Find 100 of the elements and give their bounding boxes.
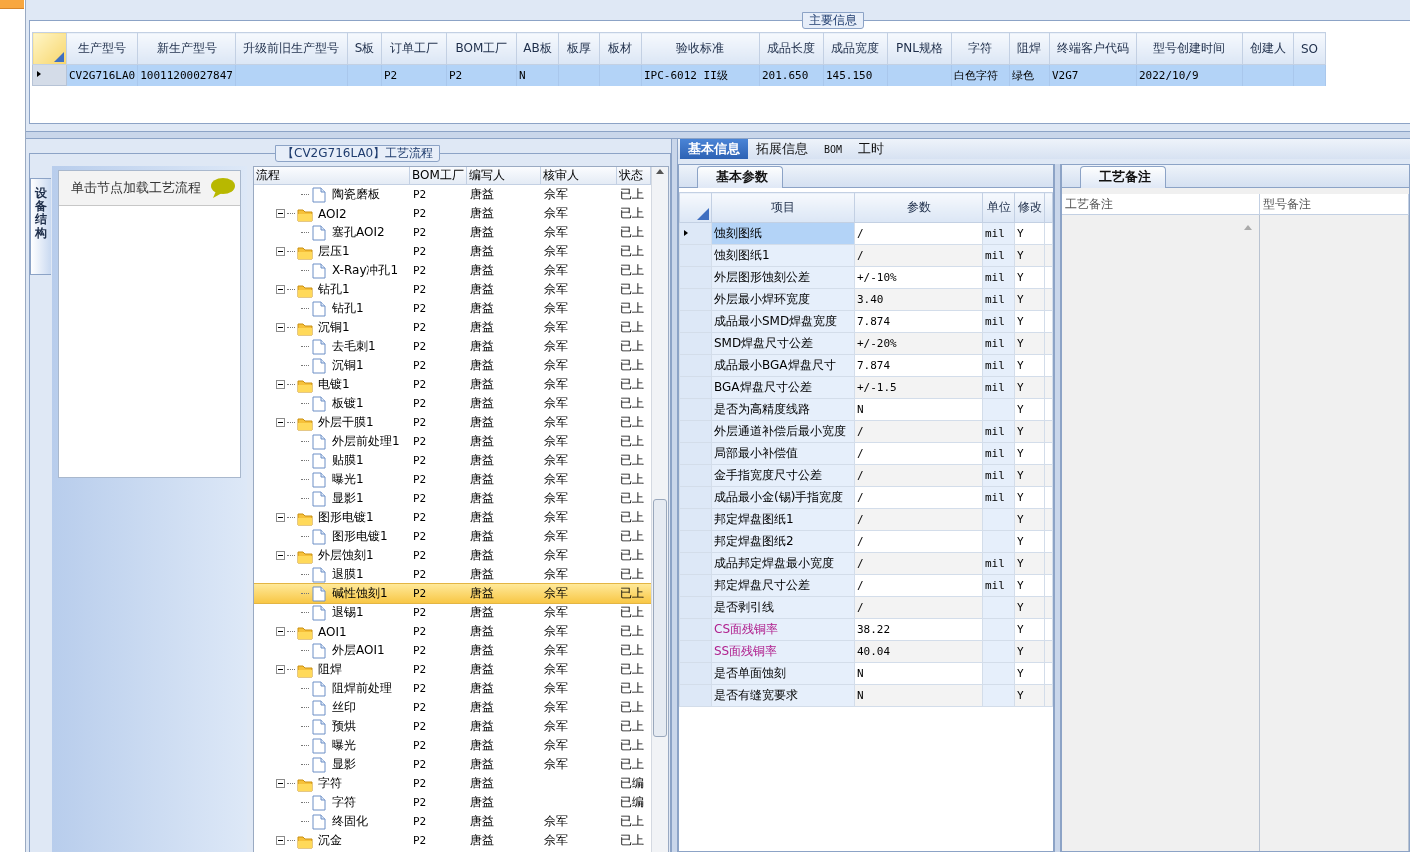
collapse-icon[interactable] xyxy=(276,627,285,636)
collapse-icon[interactable] xyxy=(276,285,285,294)
column-header[interactable]: PNL规格 xyxy=(887,32,952,65)
collapse-icon[interactable] xyxy=(276,551,285,560)
tree-row[interactable]: 显影1 P2 唐益 佘军 已上 xyxy=(254,489,651,508)
column-header[interactable]: 升级前旧生产型号 xyxy=(235,32,348,65)
collapse-icon[interactable] xyxy=(276,779,285,788)
tree-row[interactable]: 丝印 P2 唐益 佘军 已上 xyxy=(254,698,651,717)
tree-row[interactable]: 碱性蚀刻1 P2 唐益 佘军 已上 xyxy=(254,584,651,603)
column-header[interactable]: S板 xyxy=(347,32,382,65)
tab[interactable]: 工艺备注 xyxy=(1080,166,1166,188)
tree-row[interactable]: 钻孔1 P2 唐益 佘军 已上 xyxy=(254,280,651,299)
tree-row[interactable]: 板镀1 P2 唐益 佘军 已上 xyxy=(254,394,651,413)
table-cell: Y xyxy=(1014,662,1045,685)
tree-row[interactable]: 预烘 P2 唐益 佘军 已上 xyxy=(254,717,651,736)
tree-row[interactable]: 字符 P2 唐益 已编 xyxy=(254,774,651,793)
tree-row[interactable]: 图形电镀1 P2 唐益 佘军 已上 xyxy=(254,508,651,527)
column-header[interactable]: 单位 xyxy=(982,192,1015,223)
tree-row[interactable]: 退膜1 P2 唐益 佘军 已上 xyxy=(254,565,651,584)
collapse-icon[interactable] xyxy=(276,513,285,522)
column-header[interactable]: 生产型号 xyxy=(66,32,138,65)
column-header[interactable]: 订单工厂 xyxy=(381,32,447,65)
tab[interactable]: 工时 xyxy=(850,139,893,159)
tab[interactable]: BOM xyxy=(816,139,851,159)
column-header[interactable]: 核审人 xyxy=(541,167,617,184)
column-header[interactable]: 工艺备注 xyxy=(1062,194,1260,215)
tree-row[interactable]: 钻孔1 P2 唐益 佘军 已上 xyxy=(254,299,651,318)
table-cell: 成品最小SMD焊盘宽度 xyxy=(711,310,855,333)
column-header[interactable]: 参数 xyxy=(854,192,983,223)
table-cell-text: 唐益 xyxy=(469,262,495,279)
table-cell-text: 唐益 xyxy=(469,414,495,431)
column-header[interactable]: 终端客户代码 xyxy=(1049,32,1137,65)
table-cell-text: P2 xyxy=(412,511,428,524)
column-header[interactable]: 验收标准 xyxy=(641,32,760,65)
column-header[interactable]: 创建人 xyxy=(1242,32,1294,65)
collapse-icon[interactable] xyxy=(276,836,285,845)
collapse-icon[interactable] xyxy=(276,380,285,389)
column-header[interactable]: 修改 xyxy=(1014,192,1045,223)
collapse-icon[interactable] xyxy=(276,418,285,427)
table-cell-text: 唐益 xyxy=(469,338,495,355)
collapse-icon[interactable] xyxy=(276,323,285,332)
column-header[interactable]: 成品长度 xyxy=(759,32,824,65)
tree-row[interactable]: 阻焊 P2 唐益 佘军 已上 xyxy=(254,660,651,679)
tree-row[interactable]: 去毛刺1 P2 唐益 佘军 已上 xyxy=(254,337,651,356)
tab[interactable]: 基本信息 xyxy=(680,139,748,159)
column-header[interactable]: 编写人 xyxy=(467,167,541,184)
table-cell-text: 唐益 xyxy=(469,832,495,849)
tree-row[interactable]: 曝光 P2 唐益 佘军 已上 xyxy=(254,736,651,755)
tree-row[interactable]: 贴膜1 P2 唐益 佘军 已上 xyxy=(254,451,651,470)
tree-row[interactable]: 沉铜1 P2 唐益 佘军 已上 xyxy=(254,318,651,337)
column-header[interactable]: 成品宽度 xyxy=(823,32,888,65)
column-header[interactable]: 新生产型号 xyxy=(137,32,236,65)
column-header[interactable]: 阻焊 xyxy=(1009,32,1050,65)
tab[interactable]: 基本参数 xyxy=(697,166,783,188)
column-header[interactable]: 板厚 xyxy=(558,32,600,65)
table-cell-text: 唐益 xyxy=(469,566,495,583)
tree-row[interactable]: 陶瓷磨板 P2 唐益 佘军 已上 xyxy=(254,185,651,204)
column-header[interactable]: BOM工厂 xyxy=(446,32,517,65)
table-cell-text: 唐益 xyxy=(469,281,495,298)
collapse-icon[interactable] xyxy=(276,209,285,218)
column-header[interactable]: SO xyxy=(1293,32,1326,65)
table-cell-text: 唐益 xyxy=(469,471,495,488)
tree-row[interactable]: 字符 P2 唐益 已编 xyxy=(254,793,651,812)
column-header[interactable]: BOM工厂 xyxy=(410,167,467,184)
column-header[interactable]: 项目 xyxy=(711,192,855,223)
vertical-tab[interactable]: 设备结构 xyxy=(30,178,51,275)
tree-row[interactable]: 外层蚀刻1 P2 唐益 佘军 已上 xyxy=(254,546,651,565)
tree-row[interactable]: 沉铜1 P2 唐益 佘军 已上 xyxy=(254,356,651,375)
tree-row[interactable]: 外层前处理1 P2 唐益 佘军 已上 xyxy=(254,432,651,451)
scrollbar[interactable] xyxy=(651,167,668,852)
tree-row[interactable]: 退锡1 P2 唐益 佘军 已上 xyxy=(254,603,651,622)
tree-row[interactable]: AOI1 P2 唐益 佘军 已上 xyxy=(254,622,651,641)
column-header[interactable]: 板材 xyxy=(599,32,642,65)
tree-row[interactable]: 终固化 P2 唐益 佘军 已上 xyxy=(254,812,651,831)
tree-row[interactable]: 外层干膜1 P2 唐益 佘军 已上 xyxy=(254,413,651,432)
tree-row[interactable]: X-Ray冲孔1 P2 唐益 佘军 已上 xyxy=(254,261,651,280)
tree-row[interactable]: 显影 P2 唐益 佘军 已上 xyxy=(254,755,651,774)
group-title: 主要信息 xyxy=(802,12,864,29)
tree-row[interactable]: 塞孔AOI2 P2 唐益 佘军 已上 xyxy=(254,223,651,242)
table-cell-text: P2 xyxy=(412,492,428,505)
tree-label: 外层蚀刻1 xyxy=(317,547,374,564)
column-header[interactable]: 字符 xyxy=(951,32,1010,65)
tree-row[interactable]: 图形电镀1 P2 唐益 佘军 已上 xyxy=(254,527,651,546)
tree-row[interactable]: 曝光1 P2 唐益 佘军 已上 xyxy=(254,470,651,489)
collapse-icon[interactable] xyxy=(276,247,285,256)
table-cell-text: P2 xyxy=(412,587,428,600)
collapse-icon[interactable] xyxy=(276,665,285,674)
tree-row[interactable]: AOI2 P2 唐益 佘军 已上 xyxy=(254,204,651,223)
table-cell: 外层最小焊环宽度 xyxy=(711,288,855,311)
tree-row[interactable]: 阻焊前处理 P2 唐益 佘军 已上 xyxy=(254,679,651,698)
tree-row[interactable]: 沉金 P2 唐益 佘军 已上 xyxy=(254,831,651,850)
tree-row[interactable]: 外层AOI1 P2 唐益 佘军 已上 xyxy=(254,641,651,660)
tree-row[interactable]: 层压1 P2 唐益 佘军 已上 xyxy=(254,242,651,261)
column-header[interactable]: AB板 xyxy=(516,32,559,65)
column-header[interactable]: 流程 xyxy=(254,167,410,184)
column-header[interactable]: 型号备注 xyxy=(1260,194,1409,215)
column-header[interactable]: 型号创建时间 xyxy=(1136,32,1243,65)
tab[interactable]: 拓展信息 xyxy=(748,139,816,159)
tree-label: 外层AOI1 xyxy=(331,642,385,659)
tree-row[interactable]: 电镀1 P2 唐益 佘军 已上 xyxy=(254,375,651,394)
